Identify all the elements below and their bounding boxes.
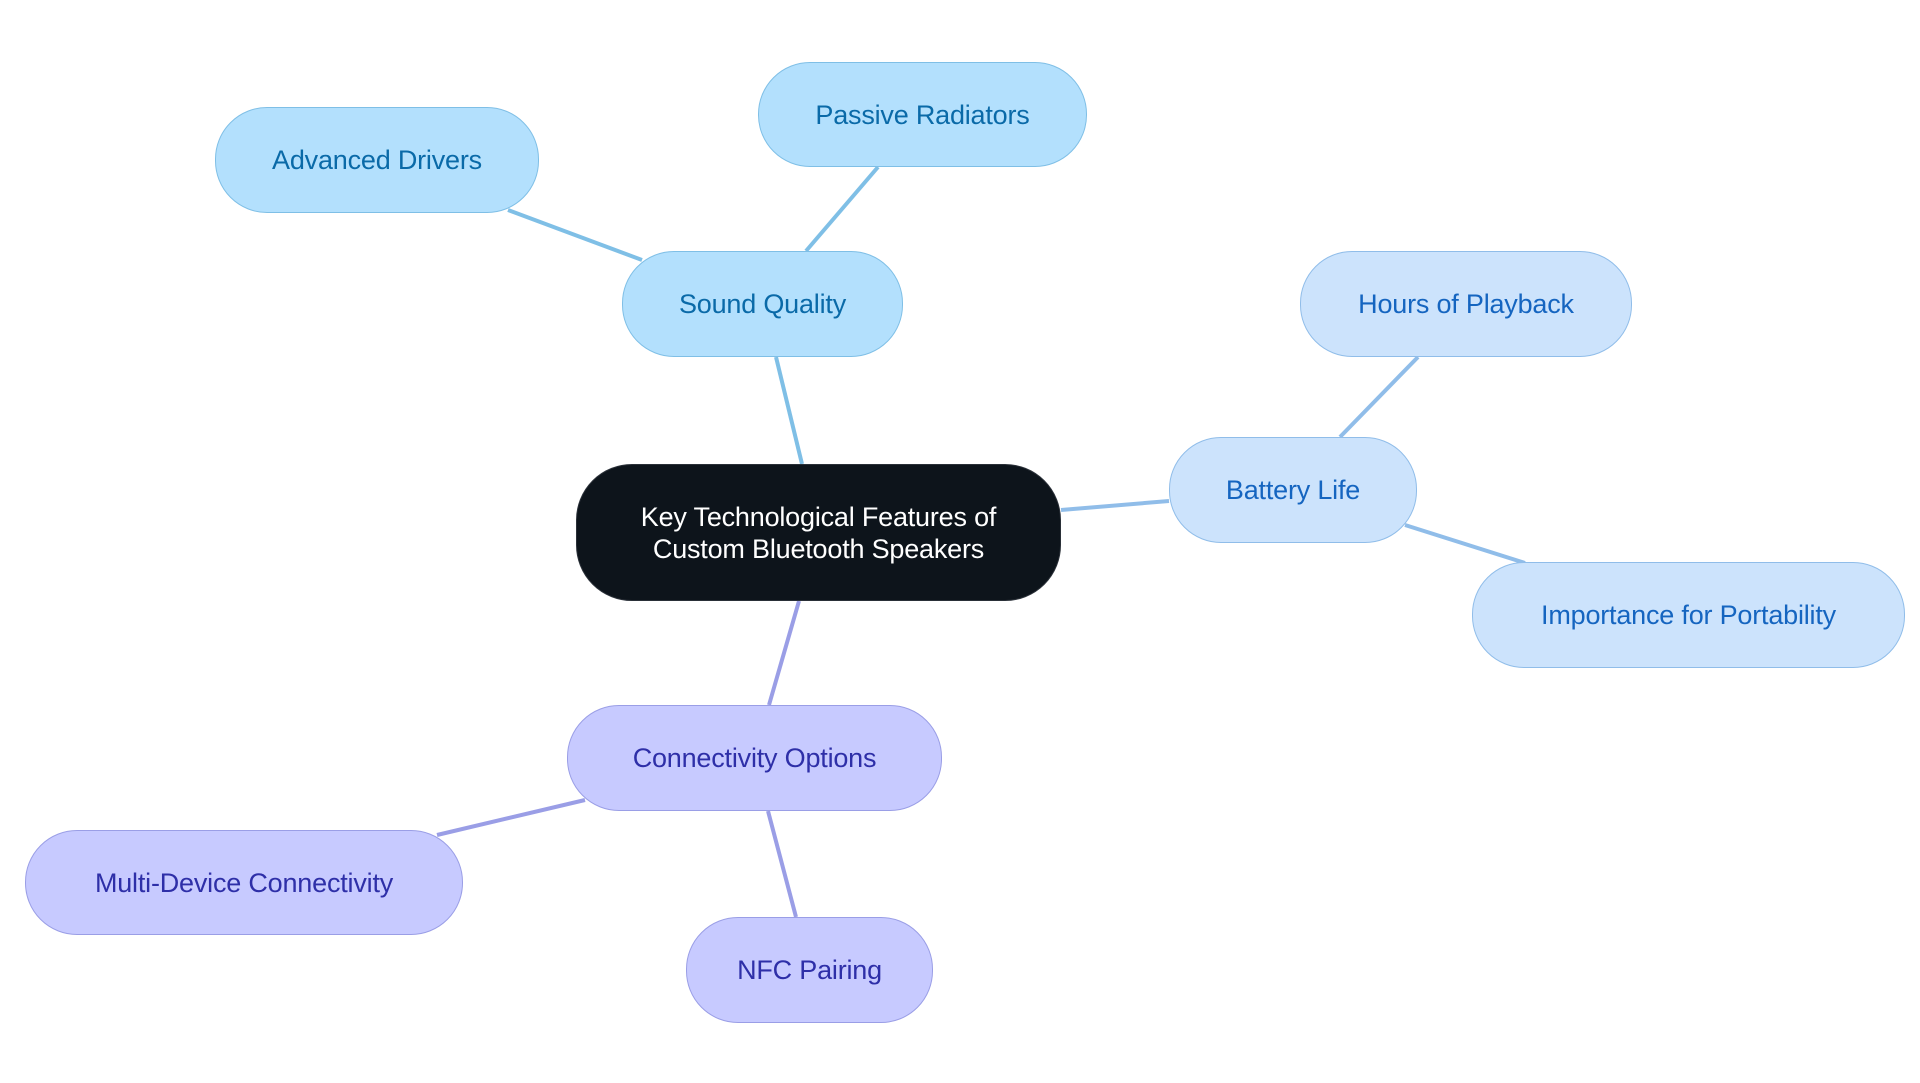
edge-root-sound xyxy=(774,356,804,465)
node-multi-device-connectivity[interactable]: Multi-Device Connectivity xyxy=(25,830,463,935)
node-hours-of-playback[interactable]: Hours of Playback xyxy=(1300,251,1632,357)
edge-root-conn xyxy=(767,600,801,706)
edge-root-battery xyxy=(1060,499,1170,512)
edge-conn-nfc xyxy=(766,810,798,918)
node-nfc-pairing[interactable]: NFC Pairing xyxy=(686,917,933,1023)
edge-conn-multidevice xyxy=(436,798,586,837)
node-battery-life[interactable]: Battery Life xyxy=(1169,437,1417,543)
edge-battery-playback xyxy=(1338,355,1420,439)
edge-sound-drivers xyxy=(507,208,643,262)
node-passive-radiators[interactable]: Passive Radiators xyxy=(758,62,1087,167)
node-advanced-drivers[interactable]: Advanced Drivers xyxy=(215,107,539,213)
edge-battery-portability xyxy=(1404,523,1526,565)
node-sound-quality[interactable]: Sound Quality xyxy=(622,251,903,357)
edge-sound-radiators xyxy=(804,165,880,253)
node-connectivity-options[interactable]: Connectivity Options xyxy=(567,705,942,811)
node-root[interactable]: Key Technological Features of Custom Blu… xyxy=(576,464,1061,601)
node-importance-for-portability[interactable]: Importance for Portability xyxy=(1472,562,1905,668)
